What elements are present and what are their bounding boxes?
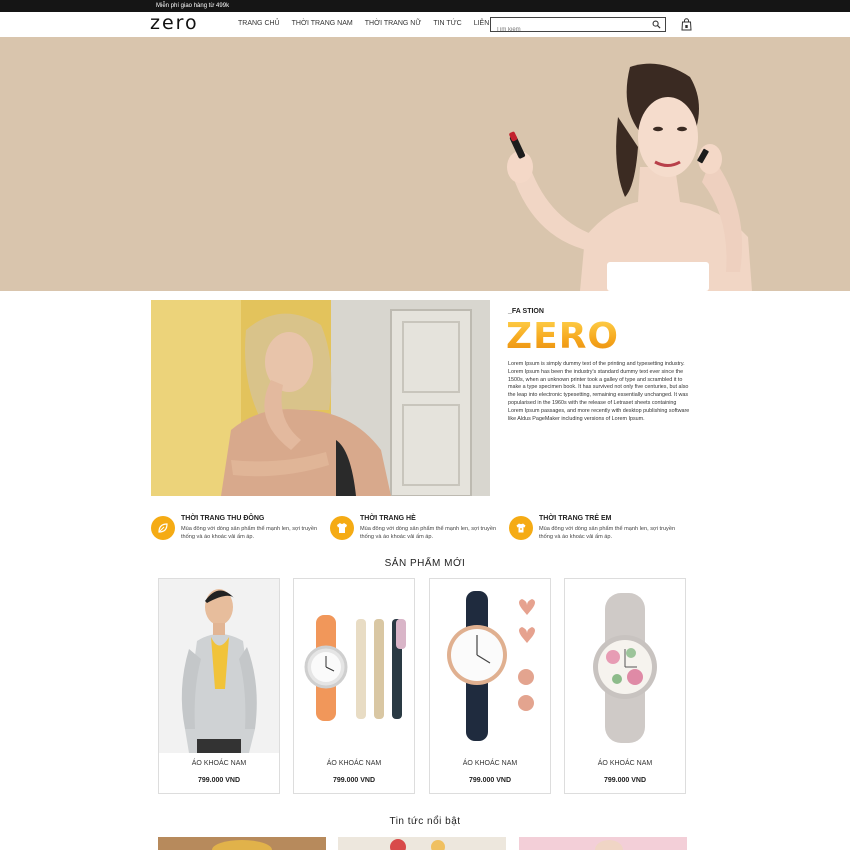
product-price: 799.000 VND — [197, 777, 241, 784]
product-name[interactable]: ÁO KHOÁC NAM — [565, 760, 685, 767]
feature-kids[interactable]: THỜI TRANG TRẺ EM Mùa đông với dòng sản … — [509, 514, 689, 544]
floral-watch-photo — [565, 579, 685, 753]
nav-item-women-fashion[interactable]: THỜI TRANG NỮ — [365, 19, 422, 29]
about-subtitle: _FA STION — [508, 308, 544, 315]
site-header: zero TRANG CHỦ THỜI TRANG NAM THỜI TRANG… — [0, 12, 850, 37]
feature-desc: Mùa đông với dòng sản phẩm thể mạnh len,… — [360, 526, 497, 540]
search-box — [490, 17, 666, 37]
feature-autumn-winter[interactable]: THỜI TRANG THU ĐÔNG Mùa đông với dòng sả… — [151, 514, 331, 544]
new-products-heading: SẢN PHẨM MỚI — [384, 558, 466, 569]
product-card[interactable]: ÁO KHOÁC NAM 799.000 VND — [564, 578, 686, 794]
fashion-model-image[interactable] — [151, 300, 490, 496]
tshirt-icon — [337, 523, 347, 533]
feature-summer[interactable]: THỜI TRANG HÈ Mùa đông với dòng sản phẩm… — [330, 514, 510, 544]
about-description: Lorem Ipsum is simply dummy text of the … — [508, 361, 690, 422]
leaf-icon — [158, 523, 168, 533]
nav-item-news[interactable]: TIN TỨC — [433, 19, 461, 29]
watch-earrings-photo — [430, 579, 550, 753]
product-name[interactable]: ÁO KHOÁC NAM — [294, 760, 414, 767]
jacket-photo — [159, 579, 279, 753]
main-nav: TRANG CHỦ THỜI TRANG NAM THỜI TRANG NỮ T… — [238, 19, 513, 29]
news-thumbnail[interactable] — [158, 837, 326, 850]
news-thumbnail[interactable] — [338, 837, 506, 850]
baby-shirt-icon — [516, 523, 526, 533]
feature-desc: Mùa đông với dòng sản phẩm thể mạnh len,… — [539, 526, 676, 540]
product-name[interactable]: ÁO KHOÁC NAM — [430, 760, 550, 767]
feature-icon-wrap — [151, 516, 175, 540]
site-logo[interactable]: zero — [150, 12, 199, 34]
product-card[interactable]: ÁO KHOÁC NAM 799.000 VND — [429, 578, 551, 794]
product-price: 799.000 VND — [332, 777, 376, 784]
product-card[interactable]: ÁO KHOÁC NAM 799.000 VND — [158, 578, 280, 794]
news-photo-2 — [338, 837, 506, 850]
fashion-photo — [151, 300, 490, 496]
feature-icon-wrap — [330, 516, 354, 540]
about-title: ZERO — [506, 316, 620, 357]
product-image[interactable] — [430, 579, 550, 753]
product-image[interactable] — [565, 579, 685, 753]
nav-item-men-fashion[interactable]: THỜI TRANG NAM — [292, 19, 353, 29]
hero-model-image — [507, 63, 752, 291]
product-image[interactable] — [159, 579, 279, 753]
watch-set-photo — [294, 579, 414, 753]
product-card[interactable]: ÁO KHOÁC NAM 799.000 VND — [293, 578, 415, 794]
free-shipping-text: Miễn phí giao hàng từ 499k — [156, 3, 230, 9]
search-input[interactable] — [491, 23, 641, 37]
feature-title: THỜI TRANG HÈ — [360, 515, 416, 522]
feature-title: THỜI TRANG TRẺ EM — [539, 515, 612, 522]
nav-item-home[interactable]: TRANG CHỦ — [238, 19, 280, 29]
shopping-bag-icon[interactable] — [681, 18, 692, 31]
feature-desc: Mùa đông với dòng sản phẩm thể mạnh len,… — [181, 526, 318, 540]
product-price: 799.000 VND — [468, 777, 512, 784]
news-photo-1 — [158, 837, 326, 850]
product-price: 799.000 VND — [603, 777, 647, 784]
news-photo-3 — [519, 837, 687, 850]
news-thumbnail[interactable] — [519, 837, 687, 850]
top-bar: Miễn phí giao hàng từ 499k — [0, 0, 850, 12]
product-image[interactable] — [294, 579, 414, 753]
hero-banner[interactable] — [0, 37, 850, 291]
featured-news-heading: Tin tức nổi bật — [389, 816, 461, 827]
product-name[interactable]: ÁO KHOÁC NAM — [159, 760, 279, 767]
search-icon[interactable] — [652, 20, 661, 29]
feature-icon-wrap — [509, 516, 533, 540]
feature-title: THỜI TRANG THU ĐÔNG — [181, 515, 265, 522]
